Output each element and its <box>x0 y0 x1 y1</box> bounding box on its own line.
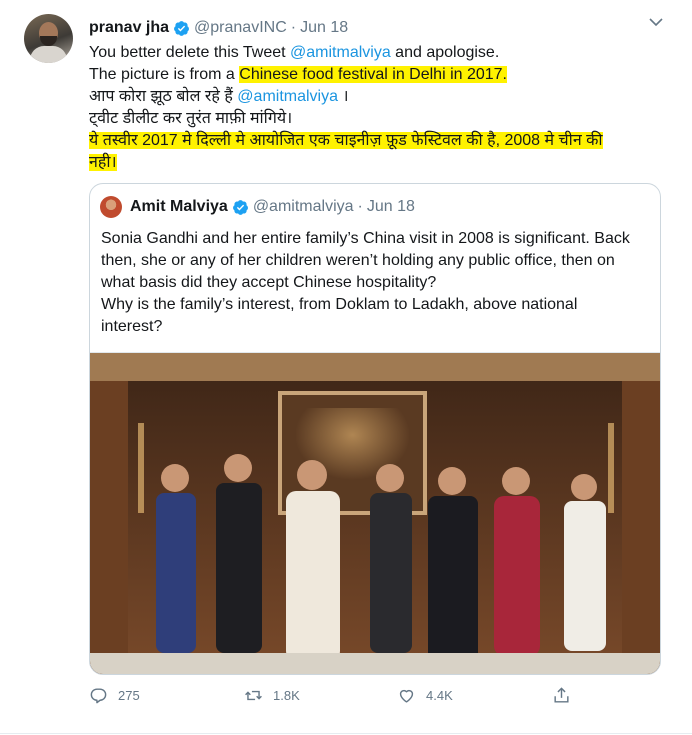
quoted-text-line: interest? <box>101 318 163 335</box>
mention-link[interactable]: @amitmalviya <box>290 44 391 61</box>
author-name[interactable]: pranav jha <box>89 19 169 37</box>
quoted-header: Amit Malviya @amitmalviya · Jun 18 <box>100 196 415 218</box>
quoted-tweet[interactable]: Amit Malviya @amitmalviya · Jun 18 Sonia… <box>89 183 661 675</box>
tweet-line-6: नही। <box>89 152 669 174</box>
tweet-line-3: आप कोरा झूठ बोल रहे हैं @amitmalviya । <box>89 88 349 105</box>
header-separator: · <box>290 19 297 36</box>
quoted-text-line: then, she or any of her children weren’t… <box>101 252 615 269</box>
quoted-date: Jun 18 <box>366 198 415 215</box>
reply-action[interactable]: 275 <box>89 684 244 706</box>
reply-count: 275 <box>118 687 140 703</box>
highlighted-text: ये तस्वीर 2017 मे दिल्ली मे आयोजित एक चा… <box>89 132 603 149</box>
tweet-line-4: ट्वीट डीलीट कर तुरंत माफ़ी मांगिये। <box>89 110 293 127</box>
quoted-author-name: Amit Malviya <box>130 198 228 215</box>
quoted-author-handle: @amitmalviya <box>252 198 354 215</box>
tweet-date[interactable]: Jun 18 <box>300 19 348 37</box>
quoted-text-line: what basis did they accept Chinese hospi… <box>101 274 437 291</box>
highlighted-text: नही। <box>89 154 117 171</box>
like-action[interactable]: 4.4K <box>397 684 552 706</box>
tweet-header: pranav jha @pranavINC · Jun 18 <box>89 17 348 39</box>
share-icon <box>554 686 569 703</box>
more-chevron-icon[interactable] <box>649 17 663 27</box>
tweet-line-1: You better delete this Tweet @amitmalviy… <box>89 44 500 61</box>
author-avatar[interactable] <box>24 14 73 63</box>
quoted-author-avatar <box>100 196 122 218</box>
tweet-text: You better delete this Tweet @amitmalviy… <box>89 42 669 174</box>
retweet-count: 1.8K <box>273 687 300 703</box>
retweet-icon <box>245 690 262 700</box>
quoted-separator: · <box>357 198 363 215</box>
quoted-text: Sonia Gandhi and her entire family’s Chi… <box>101 228 653 338</box>
reply-icon <box>90 687 107 703</box>
highlighted-text: Chinese food festival in Delhi in 2017. <box>239 66 507 83</box>
verified-badge-icon <box>174 20 189 36</box>
divider <box>0 733 692 734</box>
share-action[interactable] <box>552 684 581 706</box>
tweet-line-2: The picture is from a Chinese food festi… <box>89 66 507 83</box>
quoted-text-line: Sonia Gandhi and her entire family’s Chi… <box>101 230 630 247</box>
tweet-line-5: ये तस्वीर 2017 मे दिल्ली मे आयोजित एक चा… <box>89 130 669 152</box>
tweet-card[interactable]: pranav jha @pranavINC · Jun 18 You bette… <box>0 0 692 735</box>
like-icon <box>399 689 414 703</box>
quoted-photo[interactable] <box>90 352 660 675</box>
quoted-text-line: Why is the family’s interest, from Dokla… <box>101 296 578 313</box>
author-handle[interactable]: @pranavINC <box>194 19 287 37</box>
like-count: 4.4K <box>426 687 453 703</box>
retweet-action[interactable]: 1.8K <box>244 684 397 706</box>
verified-badge-icon <box>232 199 248 215</box>
mention-link[interactable]: @amitmalviya <box>237 88 338 105</box>
tweet-actions: 275 1.8K 4.4K <box>89 684 669 706</box>
